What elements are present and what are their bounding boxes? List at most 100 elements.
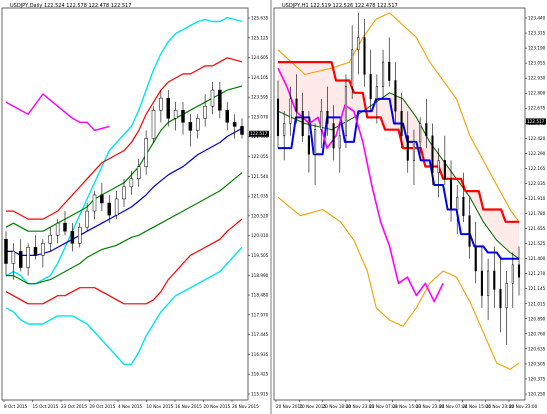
- candle-body: [400, 110, 403, 137]
- y-tick-label: 121.270: [528, 271, 546, 276]
- y-tick-label: 120.250: [528, 392, 546, 397]
- candle-body: [449, 178, 453, 210]
- chikou-line: [5, 93, 110, 132]
- candle: [114, 190, 119, 220]
- candle-body: [196, 118, 200, 131]
- candle: [357, 12, 360, 75]
- y-tick-label: 121.655: [528, 226, 546, 231]
- candle-body: [203, 105, 207, 119]
- current-price-label: 122.517: [527, 119, 545, 124]
- candle: [63, 211, 67, 236]
- candle-body: [188, 122, 193, 131]
- candle-body: [487, 270, 490, 296]
- candle-body: [382, 61, 385, 87]
- candle-body: [480, 270, 483, 296]
- candle-body: [114, 198, 119, 216]
- daily-chart-panel[interactable]: USDJPY,Daily 122.524 122.578 122.478 122…: [0, 0, 270, 414]
- candle: [92, 190, 97, 220]
- candle: [505, 270, 508, 345]
- candle-body: [289, 98, 292, 124]
- candle-body: [11, 251, 16, 264]
- candle-body: [357, 37, 360, 51]
- daily-chart: USDJPY,Daily 122.524 122.578 122.478 122…: [1, 3, 269, 409]
- candle: [493, 246, 496, 308]
- y-tick-label: 123.595: [251, 95, 269, 100]
- y-tick-label: 122.035: [528, 181, 546, 186]
- candle-body: [144, 138, 148, 167]
- hourly-chart-panel[interactable]: USDJPY,H1 122.519 122.526 122.478 122.51…: [272, 0, 547, 414]
- x-tick-label: 20 Nov 2015: [204, 404, 231, 409]
- candle-body: [314, 129, 317, 155]
- candle-body: [462, 196, 465, 216]
- candle-body: [78, 226, 82, 244]
- candle-body: [511, 264, 514, 284]
- y-tick-label: 122.165: [528, 166, 546, 171]
- x-tick-label: 23 Oct 2015: [61, 404, 87, 409]
- candle: [232, 114, 237, 139]
- candle: [144, 130, 148, 175]
- candle: [314, 123, 317, 185]
- candle-body: [517, 264, 521, 278]
- candle: [41, 239, 45, 268]
- candle-body: [320, 110, 323, 130]
- candle: [78, 223, 82, 248]
- candle-body: [55, 222, 60, 236]
- candle: [181, 102, 185, 135]
- y-tick-label: 122.930: [528, 76, 546, 81]
- candle: [499, 258, 502, 333]
- y-tick-label: 122.675: [528, 106, 546, 111]
- candle: [173, 102, 178, 131]
- y-tick-label: 122.290: [528, 151, 546, 156]
- y-tick-label: 121.910: [528, 196, 546, 201]
- candle: [203, 94, 207, 127]
- y-tick-label: 116.935: [251, 352, 269, 357]
- candle-body: [394, 80, 397, 112]
- candle: [369, 49, 372, 112]
- candle: [456, 184, 459, 235]
- y-tick-label: 124.605: [251, 55, 269, 60]
- x-tick-label: 29 Oct 2015: [90, 404, 116, 409]
- candle: [225, 102, 229, 131]
- candle-body: [468, 215, 471, 247]
- y-tick-label: 120.760: [528, 331, 546, 336]
- x-tick-label: 16 Nov 2015: [175, 404, 202, 409]
- candle-body: [181, 109, 185, 123]
- candle-body: [338, 135, 341, 149]
- y-tick-label: 117.445: [251, 332, 269, 337]
- x-tick-label: 24 Nov 23:00: [509, 404, 538, 409]
- candle-body: [437, 160, 440, 173]
- candle-body: [41, 243, 45, 256]
- candle-body: [301, 110, 304, 137]
- candle: [382, 49, 385, 99]
- candle-body: [412, 141, 415, 161]
- candle-body: [166, 97, 170, 119]
- candle-body: [505, 283, 508, 309]
- candle-body: [4, 239, 8, 264]
- candle: [19, 239, 23, 272]
- y-tick-label: 123.440: [528, 16, 546, 21]
- candle: [462, 172, 465, 222]
- y-tick-label: 125.125: [251, 35, 269, 40]
- candle-body: [493, 270, 496, 290]
- candle: [151, 106, 156, 143]
- candle: [4, 231, 8, 276]
- y-tick-label: 118.990: [251, 273, 269, 278]
- candle-body: [137, 166, 141, 180]
- y-tick-label: 121.525: [528, 241, 546, 246]
- y-tick-label: 120.890: [528, 316, 546, 321]
- candle: [468, 197, 471, 259]
- y-tick-label: 123.070: [251, 114, 269, 119]
- candle-body: [63, 222, 67, 232]
- candle-body: [326, 110, 329, 124]
- candle-body: [218, 89, 222, 111]
- candle: [218, 82, 222, 119]
- y-tick-label: 115.915: [251, 392, 269, 397]
- candle-body: [129, 178, 134, 188]
- current-price-label: 122.517: [250, 131, 268, 136]
- candle: [480, 246, 483, 308]
- band-line: [5, 246, 243, 365]
- candle-body: [351, 49, 354, 87]
- y-tick-label: 121.015: [528, 301, 546, 306]
- candle: [11, 243, 16, 280]
- candle-body: [406, 135, 409, 161]
